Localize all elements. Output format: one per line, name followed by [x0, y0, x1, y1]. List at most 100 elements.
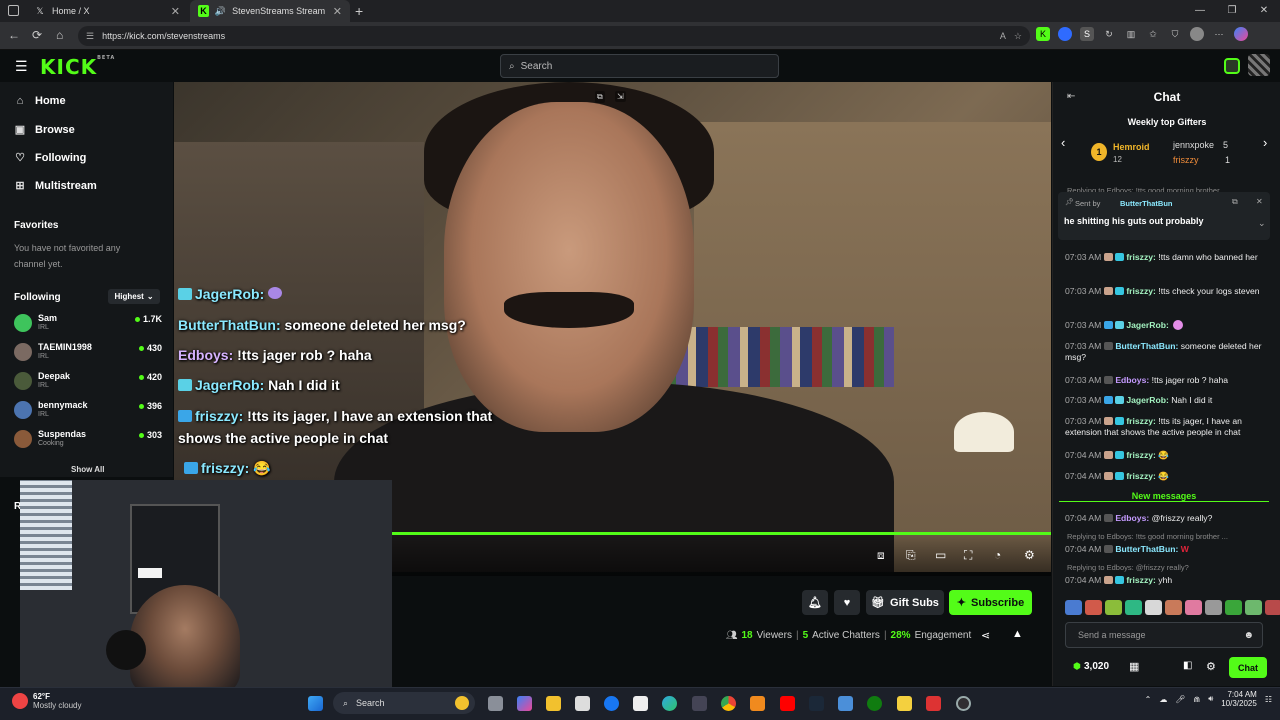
back-icon[interactable]: ← [8, 28, 20, 42]
weather-widget[interactable]: 62°F Mostly cloudy [12, 692, 81, 710]
sidebar-channel[interactable]: Sam IRL 1.7K [14, 312, 162, 338]
gift-subs-button[interactable]: 🎁︎ Gift Subs [866, 590, 944, 615]
sidebar-channel[interactable]: TAEMIN1998 IRL 430 [14, 341, 162, 367]
minimize-icon[interactable]: — [1184, 0, 1216, 22]
shield-icon[interactable]: ⛉ [1168, 27, 1182, 41]
avatar[interactable] [1248, 54, 1270, 76]
emote-icon[interactable] [1085, 600, 1102, 615]
notifications-button[interactable]: 🔔︎ [802, 590, 828, 615]
tab-kick-stream[interactable]: K 🔊 StevenStreams Stream - Wat ✕ [190, 0, 350, 22]
fullscreen-icon[interactable]: ⛶ [964, 548, 972, 563]
file-explorer-icon[interactable] [546, 696, 561, 711]
chat-settings-icon[interactable]: ⚙ [1206, 660, 1216, 673]
chat-message[interactable]: 07:03 AM ButterThatBun: someone deleted h… [1065, 341, 1275, 363]
send-chat-button[interactable]: Chat [1229, 657, 1267, 678]
favorite-icon[interactable]: ☆ [1014, 31, 1022, 42]
chat-message[interactable]: 07:04 AM friszzy: 😂 [1065, 450, 1275, 461]
search-input[interactable]: ⌕ Search [500, 54, 779, 78]
copy-icon[interactable]: ⧉ [1232, 197, 1238, 207]
copilot-icon[interactable] [1234, 27, 1248, 41]
kick-logo[interactable]: KICKBETA [40, 55, 115, 79]
xbox-icon[interactable] [867, 696, 882, 711]
points-value[interactable]: 3,020 [1084, 661, 1109, 672]
app-icon[interactable] [926, 696, 941, 711]
split-screen-icon[interactable]: ▥ [1124, 27, 1138, 41]
steam-icon[interactable] [809, 696, 824, 711]
chat-message[interactable]: 07:04 AM ButterThatBun: W [1065, 544, 1275, 555]
volume-icon[interactable]: 🔊︎ [1208, 694, 1213, 704]
address-bar[interactable]: ☰ https://kick.com/stevenstreams A ☆ [78, 26, 1030, 46]
refresh-ext-icon[interactable]: ↻ [1102, 27, 1116, 41]
chat-message[interactable]: 07:03 AM JagerRob: Nah I did it [1065, 395, 1275, 406]
sidebar-item-following[interactable]: ♡ Following [14, 151, 86, 165]
close-tab-icon[interactable]: ✕ [333, 5, 342, 18]
tab-actions-icon[interactable] [8, 5, 19, 16]
emote-icon[interactable] [1245, 600, 1262, 615]
pip-icon[interactable]: ⧉ [595, 91, 605, 103]
report-icon[interactable]: ▲ [1012, 628, 1023, 640]
kick-points-icon[interactable] [1224, 58, 1240, 74]
task-view-icon[interactable] [488, 696, 503, 711]
chat-message[interactable]: 07:03 AM friszzy: !tts its jager, I have … [1065, 416, 1275, 438]
menu-icon[interactable]: ☰ [15, 58, 28, 75]
sidebar-item-browse[interactable]: ▣ Browse [14, 123, 75, 137]
emote-icon[interactable] [1165, 600, 1182, 615]
chat-message[interactable]: 07:03 AM Edboys: !tts jager rob ? haha [1065, 375, 1275, 386]
progress-bar[interactable] [392, 532, 1051, 535]
sidebar-item-multistream[interactable]: ⊞ Multistream [14, 179, 96, 193]
obs-icon[interactable] [956, 696, 971, 711]
copilot-icon[interactable] [517, 696, 532, 711]
edge-icon[interactable] [662, 696, 677, 711]
chrome-icon[interactable] [721, 696, 736, 711]
chat-message[interactable]: 07:03 AM JagerRob: [1065, 320, 1275, 331]
emote-icon[interactable] [1125, 600, 1142, 615]
calculator-icon[interactable] [692, 696, 707, 711]
chevron-up-icon[interactable]: ⌃ [1145, 695, 1152, 704]
theater-icon[interactable]: ⇲ [615, 91, 626, 102]
app-icon[interactable] [838, 696, 853, 711]
chat-message[interactable]: 07:03 AM friszzy: !tts check your logs st… [1065, 286, 1275, 297]
expand-icon[interactable]: ⌄ [1258, 218, 1266, 229]
store-icon[interactable] [575, 696, 590, 711]
emote-icon[interactable] [1205, 600, 1222, 615]
emote-icon[interactable] [1065, 600, 1082, 615]
sidebar-item-home[interactable]: ⌂ Home [14, 95, 66, 107]
extension-s-icon[interactable]: S [1080, 27, 1094, 41]
clock[interactable]: 7:04 AM 10/3/2025 [1221, 690, 1257, 708]
rewind-icon[interactable]: ◔ [994, 548, 1001, 562]
speaker-icon[interactable]: 🔊 [215, 6, 226, 17]
chat-message[interactable]: 07:04 AM friszzy: yhh [1065, 575, 1275, 586]
maximize-icon[interactable]: ❐ [1216, 0, 1248, 22]
home-browser-icon[interactable]: ⌂ [56, 28, 63, 42]
new-messages-divider[interactable]: New messages [1059, 491, 1269, 503]
chevron-left-icon[interactable]: ‹ [1061, 135, 1065, 150]
favorites-bar-icon[interactable]: ✩ [1146, 27, 1160, 41]
theater-mode-icon[interactable]: ▭ [935, 548, 946, 562]
sidebar-channel[interactable]: bennymack IRL 396 [14, 399, 162, 425]
mini-player-icon[interactable]: ⧈ [877, 548, 885, 563]
clip-icon[interactable]: ⎘ [906, 548, 916, 563]
extension-icon[interactable] [1058, 27, 1072, 41]
start-icon[interactable] [308, 696, 323, 711]
show-all-link[interactable]: Show All [71, 465, 104, 474]
chat-message[interactable]: 07:03 AM friszzy: !tts damn who banned he… [1065, 252, 1275, 263]
chevron-right-icon[interactable]: › [1263, 135, 1267, 150]
vlc-icon[interactable] [750, 696, 765, 711]
emote-icon[interactable] [1225, 600, 1242, 615]
chat-message[interactable]: 07:04 AM friszzy: 😂 [1065, 471, 1275, 482]
emote-icon[interactable] [1265, 600, 1280, 615]
sidebar-channel[interactable]: Suspendas Cooking 303 [14, 428, 162, 454]
notification-icon[interactable]: ☷ [1265, 695, 1272, 704]
site-info-icon[interactable]: ☰ [86, 31, 94, 42]
network-icon[interactable]: ☁ [1159, 695, 1167, 704]
mic-icon[interactable]: 🎤︎ [1175, 695, 1185, 704]
reload-icon[interactable]: ⟳ [32, 28, 42, 42]
emote-icon[interactable] [1105, 600, 1122, 615]
emote-menu-icon[interactable]: ◧ [1183, 660, 1192, 671]
emote-icon[interactable] [1185, 600, 1202, 615]
facebook-icon[interactable] [604, 696, 619, 711]
chat-message-input[interactable]: Send a message ☻ [1065, 622, 1263, 648]
taskbar-search[interactable]: ⌕ Search [333, 692, 475, 714]
tab-x-home[interactable]: 𝕏 Home / X ✕ [26, 0, 188, 22]
share-icon[interactable]: ⋖ [981, 629, 990, 642]
